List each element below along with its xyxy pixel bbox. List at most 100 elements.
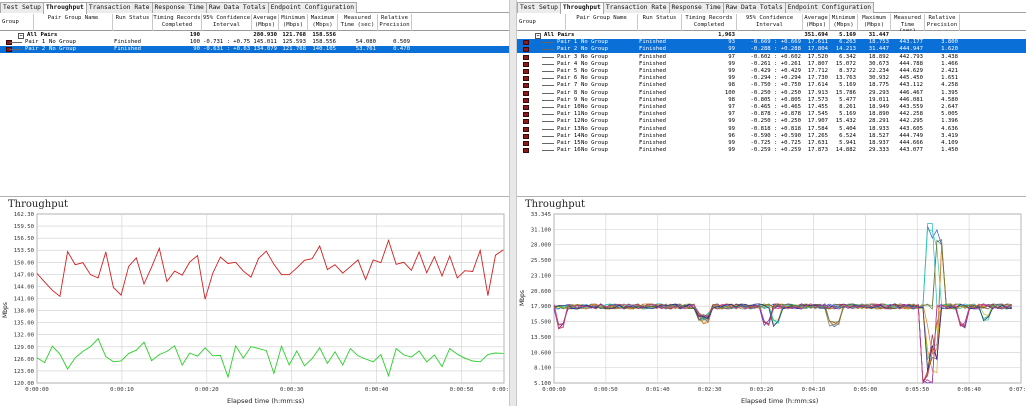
right-x-axis-label: Elapsed time (h:mm:ss)	[741, 397, 819, 405]
x-tick-label: 0:03:20	[750, 387, 774, 393]
left-results-grid[interactable]: Group Pair Group Name Run Status Timing Rec…	[0, 14, 509, 197]
summary-row[interactable]: − All Pairs 190 280.930 121.768 158.556	[0, 32, 509, 39]
run-status: Finished	[639, 46, 666, 53]
column-header-pair-group-name[interactable]: Pair Group Name	[566, 14, 638, 31]
tab-transaction-rate[interactable]: Transaction Rate	[85, 2, 153, 13]
tree-connector	[542, 63, 554, 65]
table-row[interactable]: Pair 15 No Group Finished 99 -0.725 : +0.725…	[517, 140, 1026, 147]
average-mbps: 17.712	[807, 68, 828, 74]
table-row[interactable]: Pair 1 No Group Finished 100 -0.731 : +0.753…	[0, 39, 509, 46]
summary-maximum: 158.556	[312, 32, 336, 38]
column-header-timing-records-completed[interactable]: Timing Records Completed	[682, 14, 737, 31]
column-header-group[interactable]: Group	[0, 14, 34, 31]
tab-raw-data-totals[interactable]: Raw Data Totals	[205, 2, 269, 13]
table-row[interactable]: Pair 2 No Group Finished 99 -0.288 : +0.288 1…	[517, 46, 1026, 54]
average-mbps: 17.804	[807, 46, 828, 53]
column-header-average-mbps[interactable]: Average (Mbps)	[803, 14, 830, 31]
table-row[interactable]: Pair 14 No Group Finished 96 -0.590 : +0.590…	[517, 133, 1026, 140]
confidence-interval: -0.590 : +0.590	[750, 132, 801, 139]
minimum-mbps: 6.342	[839, 53, 856, 60]
tab-endpoint-configuration[interactable]: Endpoint Configuration	[267, 2, 358, 13]
table-row[interactable]: Pair 11 No Group Finished 97 -0.878 : +0.878…	[517, 111, 1026, 118]
run-status: Finished	[114, 46, 141, 53]
tab-test-setup[interactable]: Test Setup	[0, 2, 44, 13]
pane-divider[interactable]	[509, 0, 517, 406]
y-tick-label: 144.00	[14, 284, 34, 290]
table-row[interactable]: Pair 13 No Group Finished 99 -0.818 : +0.818…	[517, 126, 1026, 133]
column-header-maximum-mbps[interactable]: Maximum (Mbps)	[308, 14, 338, 31]
data-point	[418, 251, 420, 253]
tab-transaction-rate[interactable]: Transaction Rate	[602, 2, 670, 13]
pair-group: No Group	[581, 46, 608, 53]
column-header-minimum-mbps[interactable]: Minimum (Mbps)	[279, 14, 308, 31]
table-row[interactable]: Pair 10 No Group Finished 97 -0.465 : +0.465…	[517, 104, 1026, 111]
measured-time: 443.177	[899, 39, 923, 46]
column-header-relative-precision[interactable]: Relative Precision	[925, 14, 960, 31]
measured-time: 444.629	[899, 68, 923, 74]
minimum-mbps: 6.524	[839, 132, 856, 139]
records-completed: 99	[728, 68, 735, 74]
data-point	[418, 350, 420, 352]
column-header-pair-group-name[interactable]: Pair Group Name	[34, 14, 113, 31]
column-header-run-status[interactable]: Run Status	[638, 14, 682, 31]
tab-test-setup[interactable]: Test Setup	[517, 2, 561, 13]
table-row[interactable]: Pair 12 No Group Finished 99 -0.250 : +0.250…	[517, 118, 1026, 125]
left-throughput-chart[interactable]: 162.30 159.50 156.50 153.50 150.00 147.00 144.…	[0, 211, 509, 406]
data-point	[334, 351, 336, 353]
tab-throughput[interactable]: Throughput	[42, 2, 87, 14]
table-row[interactable]: Pair 7 No Group Finished 98 -0.750 : +0.750 1…	[517, 82, 1026, 89]
tab-response-time[interactable]: Response Time	[668, 2, 724, 13]
table-row[interactable]: Pair 3 No Group Finished 97 -0.602 : +0.602 1…	[517, 54, 1026, 61]
maximum-mbps: 29.333	[868, 147, 889, 154]
table-row[interactable]: Pair 8 No Group Finished 100 -0.250 : +0.250…	[517, 90, 1026, 97]
relative-precision: 1.620	[941, 46, 958, 53]
right-throughput-chart[interactable]: 33.345 31.100 28.000 25.500 23.100 20.600 17.9…	[517, 211, 1026, 406]
tab-endpoint-configuration[interactable]: Endpoint Configuration	[784, 2, 875, 13]
column-header-run-status[interactable]: Run Status	[113, 14, 153, 31]
table-row[interactable]: Pair 6 No Group Finished 99 -0.294 : +0.294 1…	[517, 75, 1026, 82]
x-tick-label: 0:04:10	[802, 387, 826, 393]
column-header-relative-precision[interactable]: Relative Precision	[378, 14, 412, 31]
summary-records: 1,963	[718, 32, 735, 38]
summary-row[interactable]: − All Pairs 1,963 351.694 5.169 31.447	[517, 32, 1026, 39]
right-results-grid[interactable]: Group Pair Group Name Run Status Timing Rec…	[517, 14, 1026, 197]
records-completed: 100	[189, 39, 200, 46]
data-point	[281, 274, 282, 276]
average-mbps: 17.913	[807, 89, 828, 96]
pair-group: No Group	[581, 118, 608, 125]
column-header-measured-time-sec[interactable]: Measured Time (sec)	[338, 14, 378, 31]
table-row[interactable]: Pair 5 No Group Finished 99 -0.429 : +0.429 1…	[517, 68, 1026, 75]
maximum-mbps: 18.937	[868, 140, 889, 146]
column-header-95-confidence-interval[interactable]: 95% Confidence Interval	[737, 14, 803, 31]
pair-name: Pair 8	[557, 89, 578, 96]
column-header-timing-records-completed[interactable]: Timing Records Completed	[153, 14, 202, 31]
collapse-toggle-icon[interactable]: −	[535, 33, 541, 39]
tab-response-time[interactable]: Response Time	[151, 2, 207, 13]
data-point	[204, 298, 206, 300]
table-row[interactable]: Pair 1 No Group Finished 93 -0.669 : +0.669 1…	[517, 39, 1026, 47]
relative-precision: 1.395	[941, 89, 958, 96]
column-header-average-mbps[interactable]: Average (Mbps)	[252, 14, 279, 31]
measured-time: 445.450	[899, 75, 923, 82]
table-row[interactable]: Pair 4 No Group Finished 99 -0.261 : +0.261 1…	[517, 61, 1026, 68]
table-row[interactable]: Pair 16 No Group Finished 99 -0.259 : +0.259…	[517, 147, 1026, 154]
table-row[interactable]: Pair 9 No Group Finished 98 -0.805 : +0.805 1…	[517, 97, 1026, 104]
summary-minimum: 5.169	[839, 32, 856, 38]
pair-group: No Group	[581, 132, 608, 139]
data-point	[220, 355, 221, 356]
data-point	[296, 267, 298, 269]
column-header-minimum-mbps[interactable]: Minimum (Mbps)	[830, 14, 858, 31]
records-completed: 98	[728, 82, 735, 89]
column-header-maximum-mbps[interactable]: Maximum (Mbps)	[858, 14, 891, 31]
column-header-95-confidence-interval[interactable]: 95% Confidence Interval	[202, 14, 252, 31]
records-completed: 99	[728, 118, 735, 125]
summary-label: All Pairs	[27, 32, 58, 38]
column-header-group[interactable]: Group	[517, 14, 566, 31]
records-completed: 99	[728, 125, 735, 132]
tab-raw-data-totals[interactable]: Raw Data Totals	[722, 2, 786, 13]
column-header-measured-time-sec[interactable]: Measured Time (sec)	[891, 14, 925, 31]
collapse-toggle-icon[interactable]: −	[18, 33, 24, 39]
y-tick-label: 28.000	[531, 243, 551, 249]
table-row[interactable]: Pair 2 No Group Finished 90 -0.631 : +0.631 1…	[0, 46, 509, 54]
tab-throughput[interactable]: Throughput	[559, 2, 604, 14]
